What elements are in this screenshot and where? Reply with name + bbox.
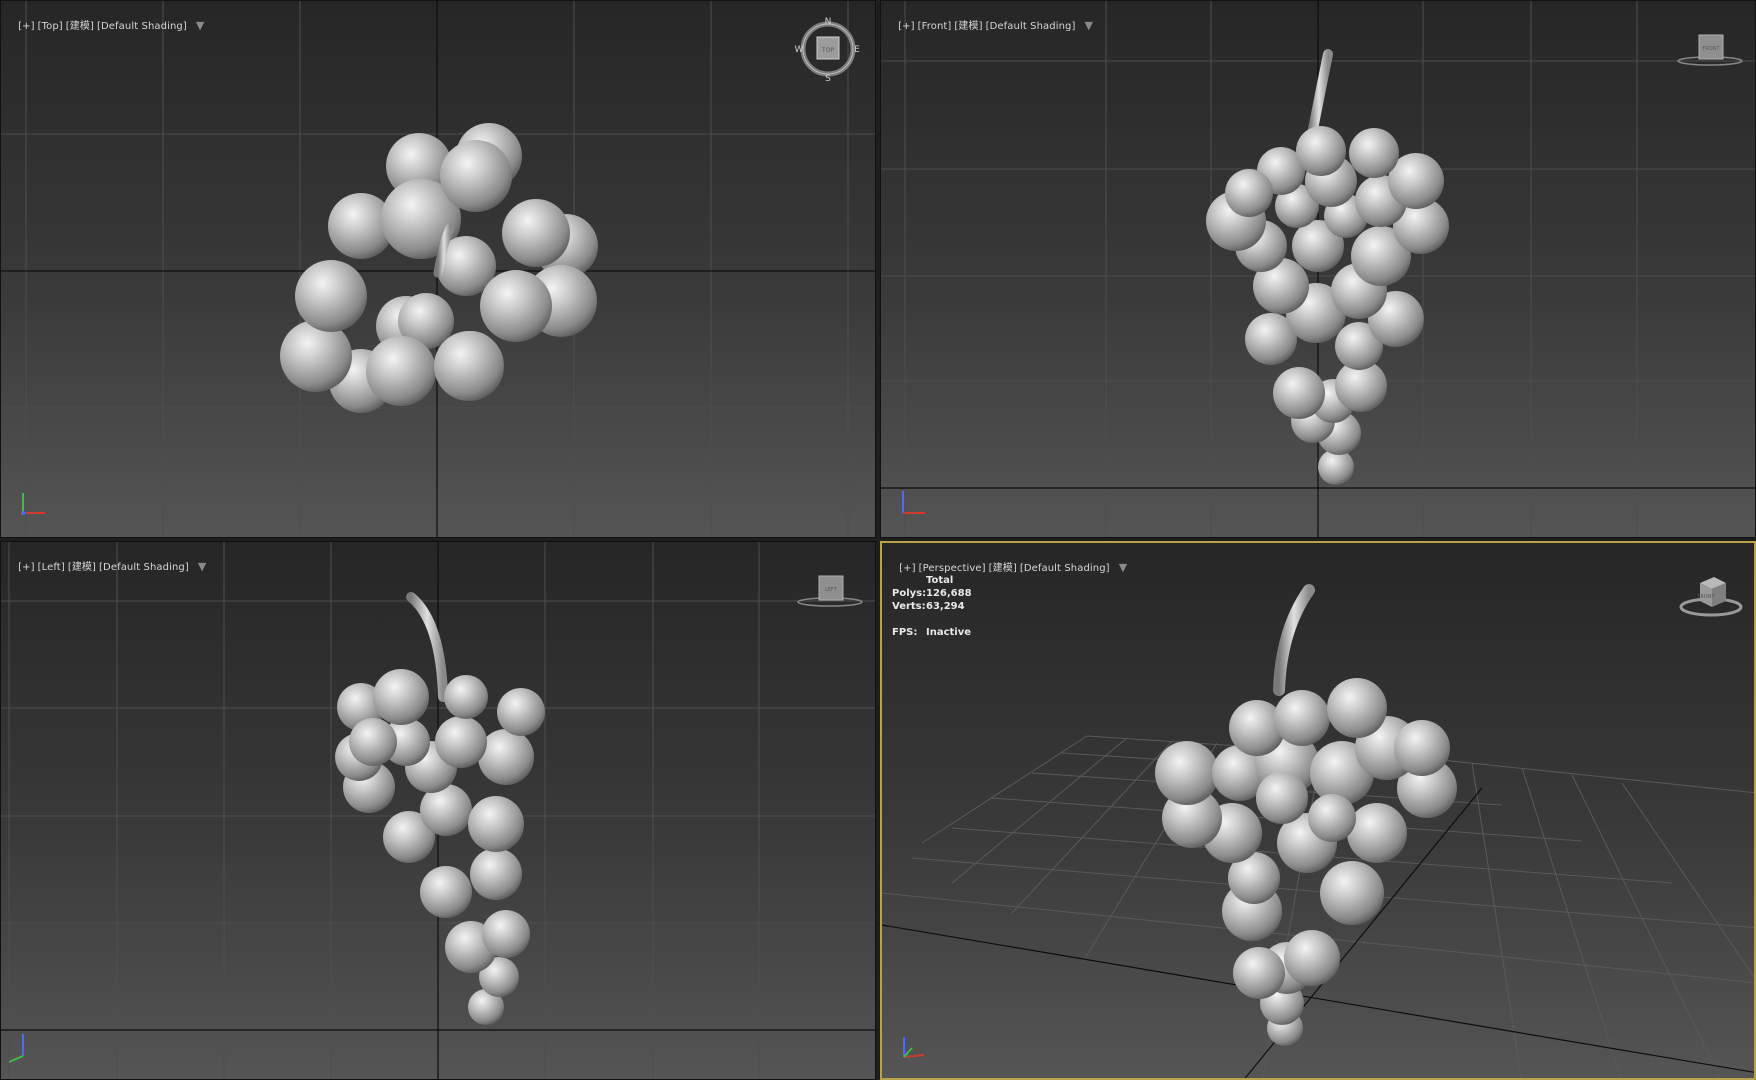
funnel-icon[interactable]: ▼ xyxy=(1119,561,1128,574)
compass-north: N xyxy=(825,17,832,27)
viewcube-face-label: FRONT xyxy=(1702,46,1720,52)
axis-tripod-front xyxy=(902,491,925,514)
viewcube-perspective[interactable]: FRONT xyxy=(1674,569,1748,619)
funnel-icon[interactable]: ▼ xyxy=(198,560,207,573)
axis-tripod-top xyxy=(21,493,45,515)
viewport-front-label[interactable]: [+] [Front] [建模] [Default Shading] ▼ xyxy=(885,6,1096,43)
viewport-mode-label[interactable]: [建模] xyxy=(989,563,1017,574)
viewport-shading-label[interactable]: [Default Shading] xyxy=(97,21,187,32)
stats-total-label: Total xyxy=(926,575,954,586)
viewport-top-label[interactable]: [+] [Top] [建模] [Default Shading] ▼ xyxy=(5,6,207,43)
viewport-left[interactable]: [+] [Left] [建模] [Default Shading] ▼ LEFT xyxy=(0,541,876,1080)
viewport-shading-label[interactable]: [Default Shading] xyxy=(99,562,189,573)
viewcube-face-label: FRONT xyxy=(1697,594,1715,600)
viewport-front[interactable]: [+] [Front] [建模] [Default Shading] ▼ FRONT xyxy=(880,0,1756,538)
stats-polys-label: Polys: xyxy=(892,588,927,599)
viewcube-front[interactable]: FRONT xyxy=(1675,29,1745,69)
viewport-top[interactable]: [+] [Top] [建模] [Default Shading] ▼ TOP N S E… xyxy=(0,0,876,538)
viewport-menu-plus[interactable]: [+] xyxy=(18,562,34,573)
viewport-perspective-canvas xyxy=(882,584,1754,1078)
viewport-view-label[interactable]: [Top] xyxy=(38,21,63,32)
stats-verts-label: Verts: xyxy=(892,601,926,612)
stats-fps-value: Inactive xyxy=(926,627,972,638)
viewport-mode-label[interactable]: [建模] xyxy=(954,21,982,32)
viewport-menu-plus[interactable]: [+] xyxy=(18,21,34,32)
funnel-icon[interactable]: ▼ xyxy=(1084,19,1093,32)
grape-bunch-left xyxy=(335,669,545,1025)
compass-viewcube[interactable]: TOP N S E W xyxy=(793,15,863,85)
viewport-left-label[interactable]: [+] [Left] [建模] [Default Shading] ▼ xyxy=(5,547,209,584)
viewport-shading-label[interactable]: [Default Shading] xyxy=(1020,563,1110,574)
viewport-view-label[interactable]: [Front] xyxy=(918,21,952,32)
compass-south: S xyxy=(825,74,831,84)
viewport-mode-label[interactable]: [建模] xyxy=(68,562,96,573)
compass-cube-face: TOP xyxy=(821,47,834,54)
compass-east: E xyxy=(854,45,860,55)
funnel-icon[interactable]: ▼ xyxy=(196,19,205,32)
axis-tripod-left xyxy=(8,1034,24,1063)
grape-bunch-perspective xyxy=(1155,678,1457,1046)
viewcube-face-label: LEFT xyxy=(825,587,838,593)
viewport-front-canvas xyxy=(881,1,1755,537)
compass-west: W xyxy=(795,45,804,55)
viewport-top-canvas xyxy=(1,1,875,537)
viewport-left-canvas xyxy=(1,542,875,1079)
grape-bunch-front xyxy=(1206,126,1449,485)
viewport-menu-plus[interactable]: [+] xyxy=(898,21,914,32)
stats-polys-value: 126,688 xyxy=(926,588,972,599)
viewcube-left[interactable]: LEFT xyxy=(795,572,865,612)
viewport-mode-label[interactable]: [建模] xyxy=(66,21,94,32)
stats-fps-label: FPS: xyxy=(892,627,918,638)
viewport-perspective-label[interactable]: [+] [Perspective] [建模] [Default Shading] ▼ xyxy=(886,548,1130,585)
viewport-shading-label[interactable]: [Default Shading] xyxy=(986,21,1076,32)
viewport-view-label[interactable]: [Perspective] xyxy=(919,563,986,574)
viewport-view-label[interactable]: [Left] xyxy=(38,562,65,573)
viewport-menu-plus[interactable]: [+] xyxy=(899,563,915,574)
stats-verts-value: 63,294 xyxy=(926,601,965,612)
axis-tripod-perspective xyxy=(903,1037,925,1058)
viewport-perspective[interactable]: [+] [Perspective] [建模] [Default Shading] ▼ T… xyxy=(880,541,1756,1080)
